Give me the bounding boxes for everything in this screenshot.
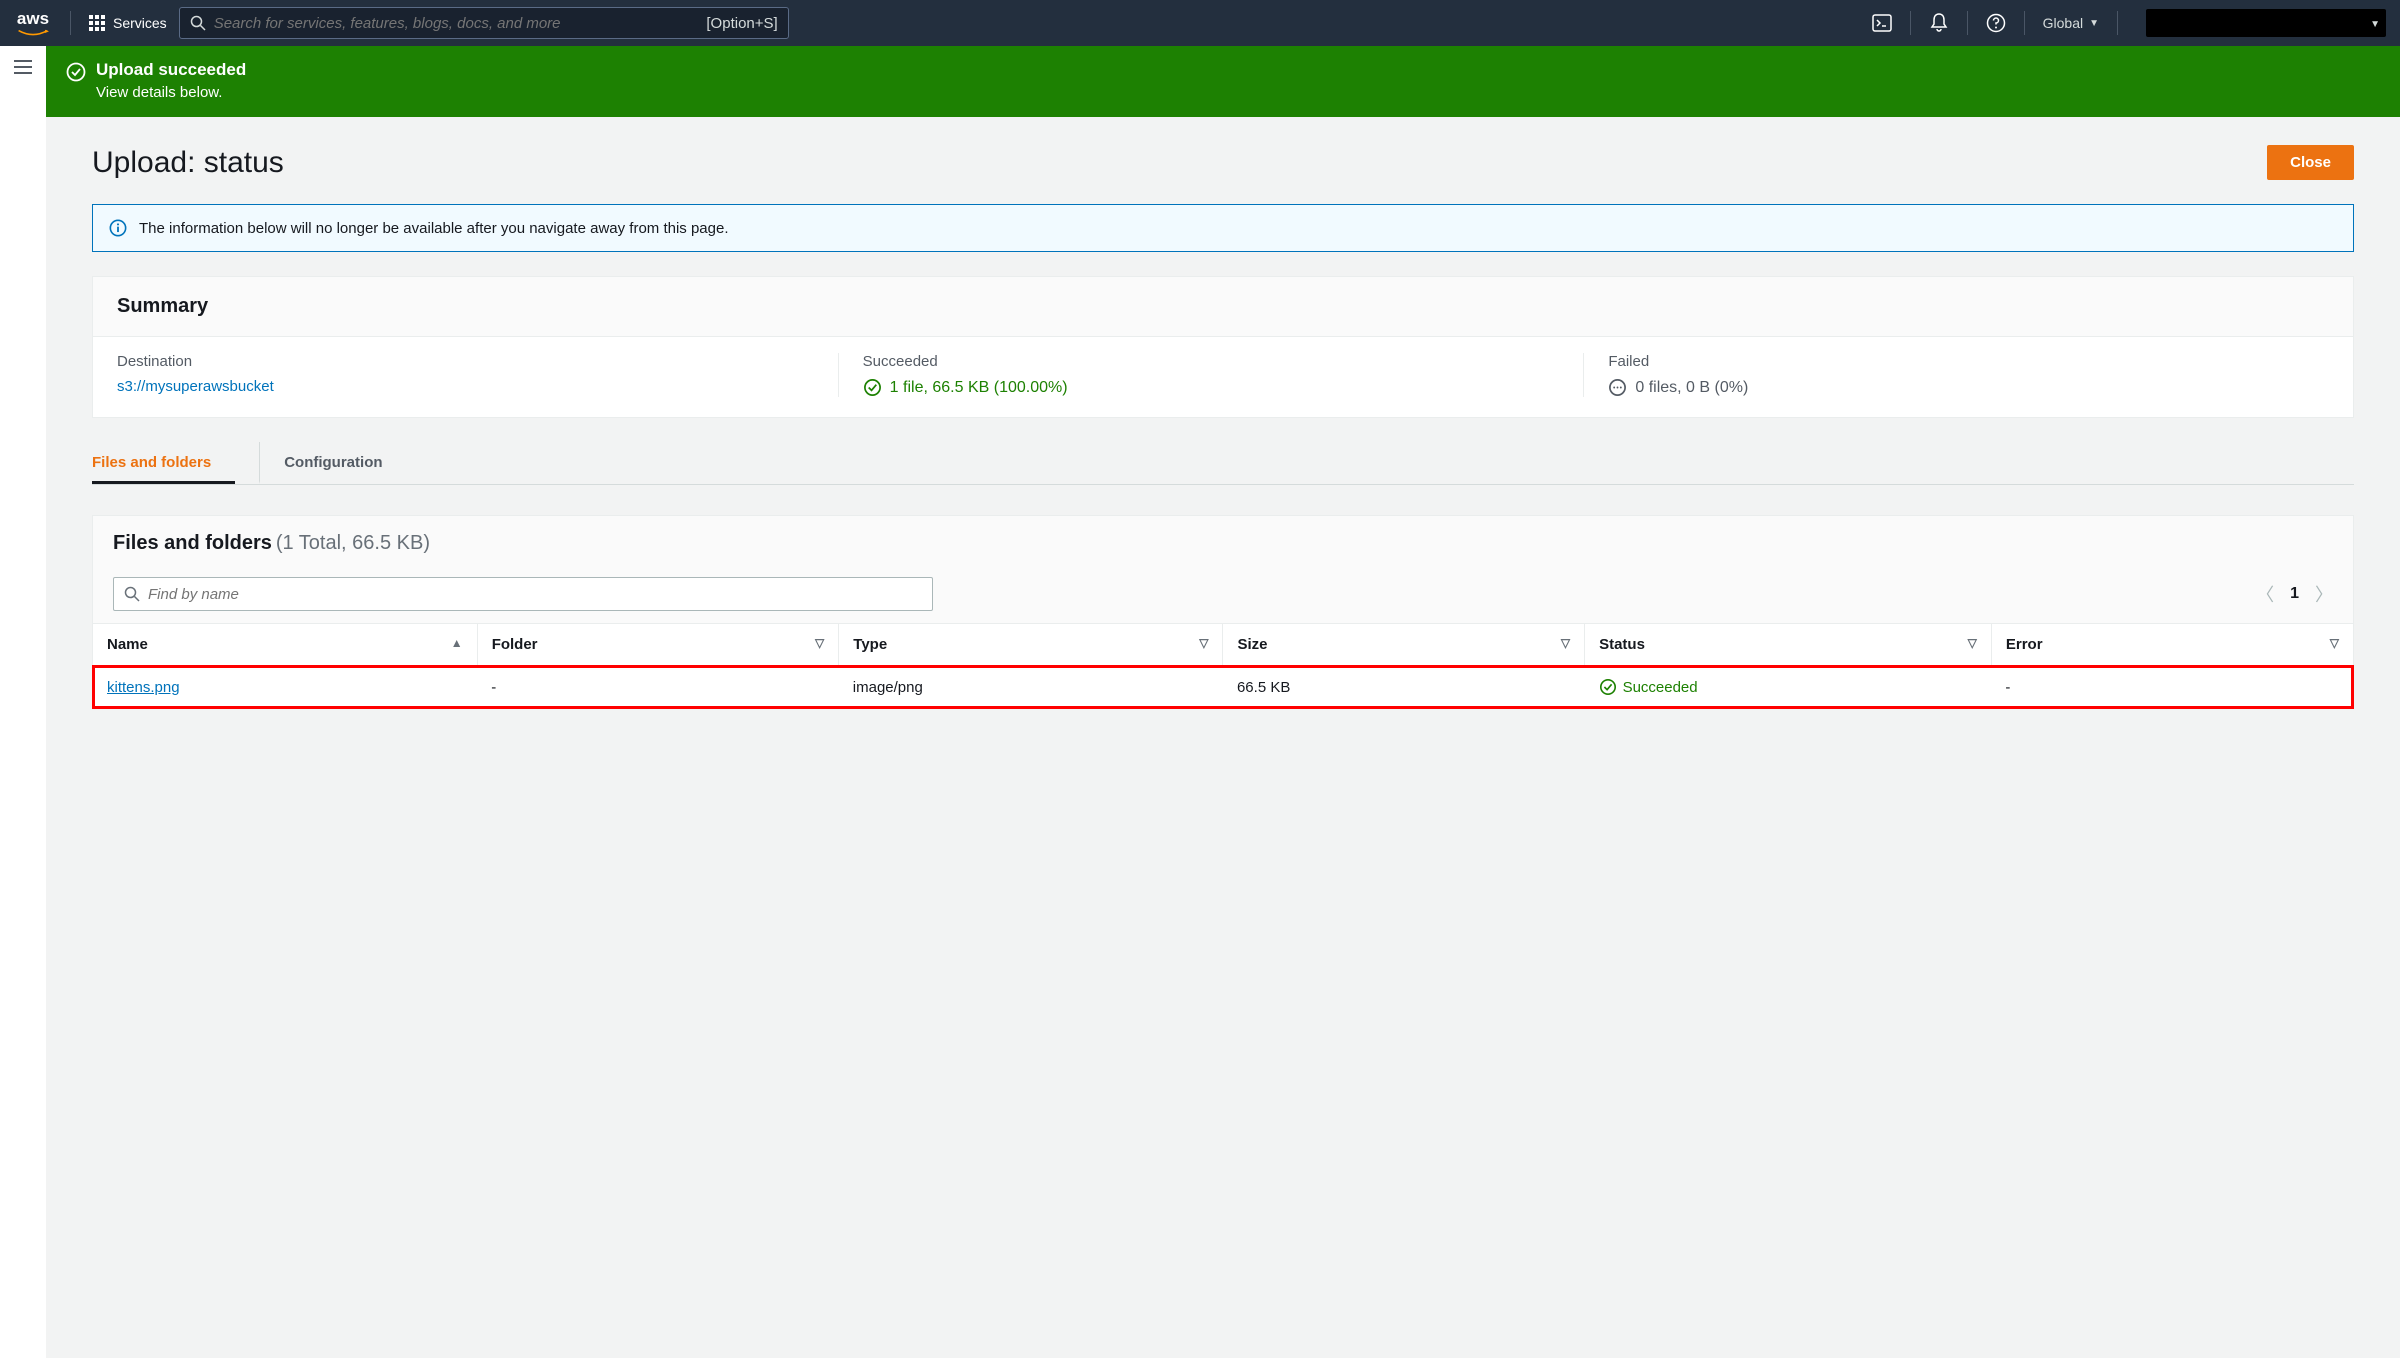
caret-down-icon: ▼ (2370, 19, 2380, 30)
search-shortcut: [Option+S] (706, 15, 777, 32)
region-label: Global (2043, 15, 2083, 31)
help-icon[interactable] (1986, 13, 2006, 33)
hamburger-icon[interactable] (14, 60, 32, 74)
failed-label: Failed (1608, 353, 2309, 370)
search-input[interactable] (214, 15, 699, 32)
summary-panel: Summary Destination s3://mysuperawsbucke… (92, 276, 2354, 418)
col-folder[interactable]: Folder▽ (477, 624, 839, 666)
tab-files-and-folders[interactable]: Files and folders (92, 442, 235, 484)
region-selector[interactable]: Global ▼ (2043, 15, 2099, 31)
succeeded-label: Succeeded (863, 353, 1564, 370)
col-type[interactable]: Type▽ (839, 624, 1223, 666)
find-input[interactable] (148, 586, 922, 603)
check-circle-icon (863, 378, 882, 397)
col-size[interactable]: Size▽ (1223, 624, 1585, 666)
page-number: 1 (2290, 585, 2299, 603)
divider (1910, 11, 1911, 35)
divider (70, 11, 71, 35)
pagination: 〈 1 〉 (2256, 581, 2333, 607)
services-label: Services (113, 15, 167, 31)
col-status[interactable]: Status▽ (1585, 624, 1992, 666)
sort-icon: ▽ (1968, 636, 1977, 650)
info-alert: The information below will no longer be … (92, 204, 2354, 252)
banner-subtitle: View details below. (96, 84, 246, 101)
failed-value: 0 files, 0 B (0%) (1635, 379, 1748, 397)
info-icon (109, 219, 127, 237)
file-size: 66.5 KB (1223, 666, 1585, 709)
divider (1967, 11, 1968, 35)
file-type: image/png (839, 666, 1223, 709)
global-search[interactable]: [Option+S] (179, 7, 789, 39)
page-next[interactable]: 〉 (2315, 581, 2333, 607)
search-icon (124, 586, 140, 602)
page-prev[interactable]: 〈 (2256, 581, 2274, 607)
page-title: Upload: status (92, 146, 284, 180)
sort-icon: ▽ (1199, 636, 1208, 650)
left-rail (0, 46, 46, 1358)
divider (2117, 11, 2118, 35)
sort-asc-icon: ▲ (451, 636, 463, 650)
summary-heading: Summary (117, 295, 2329, 318)
ellipsis-circle-icon (1608, 378, 1627, 397)
file-folder: - (477, 666, 839, 709)
files-panel: Files and folders (1 Total, 66.5 KB) 〈 1… (92, 515, 2354, 709)
destination-link[interactable]: s3://mysuperawsbucket (117, 378, 274, 395)
caret-down-icon: ▼ (2089, 18, 2099, 29)
close-button[interactable]: Close (2267, 145, 2354, 180)
col-name[interactable]: Name▲ (93, 624, 477, 666)
aws-smile-icon (14, 29, 52, 37)
sort-icon: ▽ (815, 636, 824, 650)
sort-icon: ▽ (1561, 636, 1570, 650)
sort-icon: ▽ (2330, 636, 2339, 650)
upload-success-banner: Upload succeeded View details below. (46, 46, 2400, 117)
check-circle-icon (1599, 678, 1617, 696)
search-icon (190, 15, 206, 31)
tab-configuration[interactable]: Configuration (259, 442, 406, 484)
top-navigation: aws Services [Option+S] Global ▼ ▼ (0, 0, 2400, 46)
tabs: Files and folders Configuration (92, 442, 2354, 485)
alert-message: The information below will no longer be … (139, 220, 729, 237)
col-error[interactable]: Error▽ (1991, 624, 2353, 666)
grid-icon (89, 15, 105, 31)
destination-label: Destination (117, 353, 818, 370)
files-title: Files and folders (113, 532, 272, 554)
file-status: Succeeded (1599, 678, 1978, 696)
cloudshell-icon[interactable] (1872, 13, 1892, 33)
check-circle-icon (66, 62, 86, 82)
notifications-icon[interactable] (1929, 13, 1949, 33)
files-count: (1 Total, 66.5 KB) (276, 532, 430, 554)
find-by-name[interactable] (113, 577, 933, 611)
file-name-link[interactable]: kittens.png (107, 679, 180, 696)
table-row: kittens.png - image/png 66.5 KB Succeede… (93, 666, 2353, 709)
file-error: - (1991, 666, 2353, 709)
aws-logo[interactable]: aws (14, 9, 52, 37)
account-menu[interactable]: ▼ (2146, 9, 2386, 37)
divider (2024, 11, 2025, 35)
banner-title: Upload succeeded (96, 60, 246, 80)
files-table: Name▲ Folder▽ Type▽ Size▽ Status▽ Error▽… (93, 623, 2353, 708)
succeeded-value: 1 file, 66.5 KB (100.00%) (890, 379, 1068, 397)
services-menu[interactable]: Services (89, 15, 167, 31)
